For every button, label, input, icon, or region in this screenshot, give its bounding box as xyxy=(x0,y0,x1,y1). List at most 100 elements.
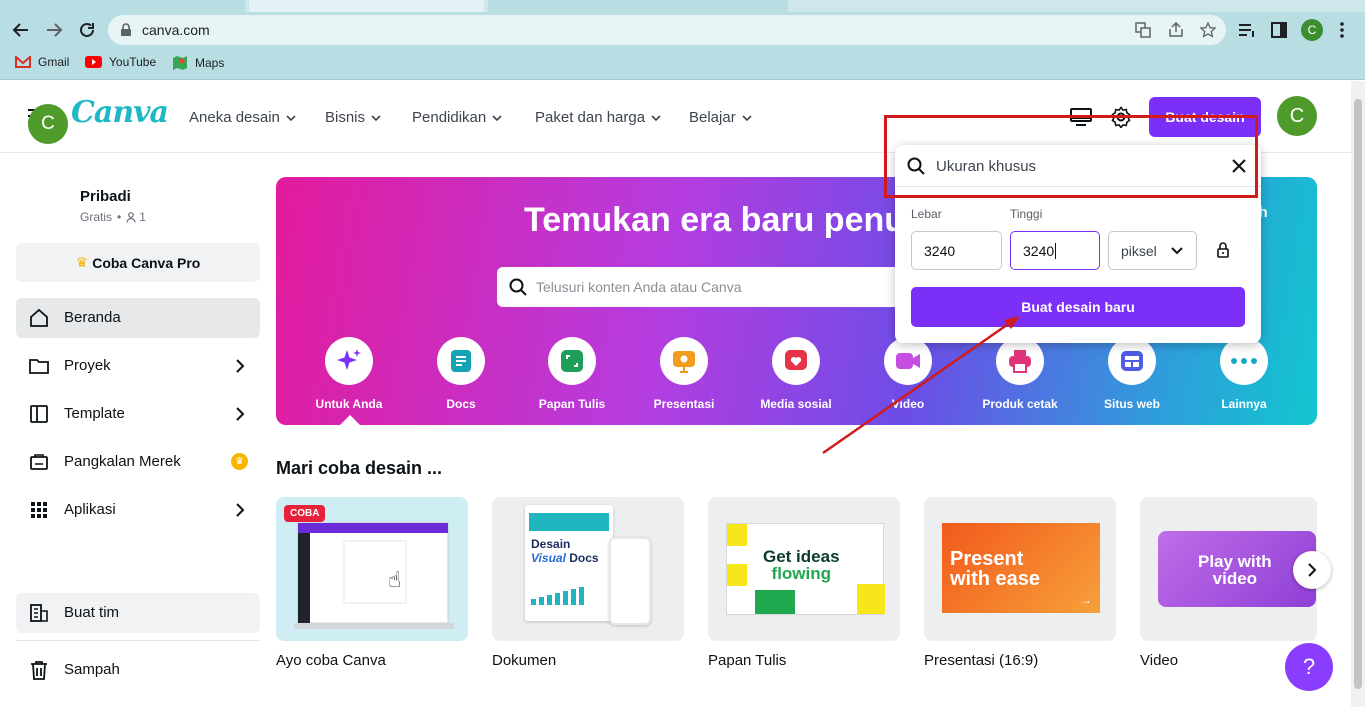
home-icon xyxy=(30,308,48,327)
category-situs-web[interactable]: Situs web xyxy=(1077,337,1187,411)
translate-icon[interactable] xyxy=(1135,22,1151,38)
category-media-sosial[interactable]: Media sosial xyxy=(741,337,851,411)
sidebar-create-team-button[interactable]: Buat tim xyxy=(16,593,260,633)
chevron-down-icon xyxy=(492,114,502,121)
category-presentasi[interactable]: Presentasi xyxy=(629,337,739,411)
bookmark-gmail[interactable]: Gmail xyxy=(15,55,69,69)
sidebar-item-beranda[interactable]: Beranda xyxy=(16,298,260,338)
sidebar-item-proyek[interactable]: Proyek xyxy=(16,346,260,386)
browser-tab[interactable] xyxy=(0,0,245,12)
nav-paket-dan-harga[interactable]: Paket dan harga xyxy=(535,109,661,126)
category-lainnya[interactable]: Lainnya xyxy=(1189,337,1299,411)
annotation-highlight-box xyxy=(884,115,1258,198)
card-dokumen[interactable]: Desain Visual Docs xyxy=(492,497,684,641)
back-button[interactable] xyxy=(9,18,33,42)
sidebar-item-label: Buat tim xyxy=(64,604,120,621)
nav-label: Paket dan harga xyxy=(535,109,646,126)
card-ayo-coba-canva[interactable]: ☝ COBA xyxy=(276,497,468,641)
presentation-thumb-line: with ease xyxy=(950,568,1041,590)
category-papan-tulis[interactable]: Papan Tulis xyxy=(517,337,627,411)
category-circle xyxy=(884,337,932,385)
help-button[interactable]: ? xyxy=(1285,643,1333,691)
print-icon xyxy=(1009,350,1031,373)
bookmark-youtube[interactable]: YouTube xyxy=(85,55,156,69)
share-icon[interactable] xyxy=(1168,22,1184,38)
carousel-next-button[interactable] xyxy=(1293,551,1331,589)
bookmarks-bar: Gmail YouTube Maps xyxy=(0,48,1365,80)
unit-select[interactable]: piksel xyxy=(1108,231,1197,270)
height-label: Tinggi xyxy=(1010,207,1043,221)
sidebar-item-sampah[interactable]: Sampah xyxy=(16,650,260,690)
account-avatar[interactable]: C xyxy=(1277,96,1317,136)
sidebar-item-label: Proyek xyxy=(64,357,111,374)
canva-logo[interactable]: Canva xyxy=(71,95,169,130)
sticky-note xyxy=(727,564,747,586)
chevron-right-icon xyxy=(236,503,245,517)
trash-icon xyxy=(31,661,47,680)
category-label: Docs xyxy=(446,397,476,411)
forward-button[interactable] xyxy=(42,18,66,42)
aspect-lock-icon[interactable] xyxy=(1217,242,1229,258)
bookmark-star-icon[interactable] xyxy=(1200,22,1216,38)
card-label[interactable]: Papan Tulis xyxy=(708,652,786,669)
section-title: Mari coba desain ... xyxy=(276,458,443,478)
category-produk-cetak[interactable]: Produk cetak xyxy=(965,337,1075,411)
category-video[interactable]: Video xyxy=(853,337,963,411)
sidebar-item-label: Pangkalan Merek xyxy=(64,453,181,470)
card-video[interactable]: Play with video xyxy=(1140,497,1317,641)
hero-search-input[interactable]: Telusuri konten Anda atau Canva xyxy=(497,267,937,307)
member-count: 1 xyxy=(139,210,146,224)
scrollbar-thumb[interactable] xyxy=(1354,99,1362,689)
media-queue-icon[interactable] xyxy=(1238,22,1256,38)
width-input[interactable]: 3240 xyxy=(911,231,1002,270)
chevron-right-icon xyxy=(236,359,245,373)
nav-bisnis[interactable]: Bisnis xyxy=(325,109,381,126)
browser-profile-avatar[interactable]: C xyxy=(1301,19,1323,41)
sidebar-item-template[interactable]: Template xyxy=(16,394,260,434)
side-panel-icon[interactable] xyxy=(1271,22,1287,38)
category-circle xyxy=(548,337,596,385)
arrow-right-icon: → xyxy=(1080,593,1092,607)
sidebar-item-label: Aplikasi xyxy=(64,501,116,518)
doc-banner xyxy=(529,513,609,531)
separator-dot: • xyxy=(117,210,122,224)
category-circle xyxy=(437,337,485,385)
sidebar-item-aplikasi[interactable]: Aplikasi xyxy=(16,490,260,530)
browser-menu-icon[interactable] xyxy=(1340,22,1344,38)
card-papan-tulis[interactable]: Get ideas flowing xyxy=(708,497,900,641)
nav-belajar[interactable]: Belajar xyxy=(689,109,752,126)
card-presentasi[interactable]: Present with ease → xyxy=(924,497,1116,641)
pro-crown-badge-icon: ♛ xyxy=(231,453,248,470)
card-label[interactable]: Dokumen xyxy=(492,652,556,669)
card-label[interactable]: Video xyxy=(1140,652,1178,669)
nav-pendidikan[interactable]: Pendidikan xyxy=(412,109,502,126)
category-docs[interactable]: Docs xyxy=(406,337,516,411)
folder-icon xyxy=(29,359,49,374)
create-new-design-button[interactable]: Buat desain baru xyxy=(911,287,1245,327)
profile-avatar[interactable]: C xyxy=(28,104,68,144)
lock-icon xyxy=(121,23,131,36)
doc-thumb-line: Docs xyxy=(569,551,599,565)
nav-aneka-desain[interactable]: Aneka desain xyxy=(189,109,296,126)
person-icon xyxy=(126,211,136,223)
sidebar-item-pangkalan-merek[interactable]: Pangkalan Merek ♛ xyxy=(16,442,260,482)
whiteboard-icon xyxy=(561,350,583,372)
card-label[interactable]: Ayo coba Canva xyxy=(276,652,386,669)
try-canva-pro-button[interactable]: ♛ Coba Canva Pro xyxy=(16,243,260,282)
browser-tab-active[interactable] xyxy=(249,0,484,12)
reload-button[interactable] xyxy=(75,18,99,42)
width-label: Lebar xyxy=(911,207,942,221)
video-thumb-line: video xyxy=(1212,569,1258,588)
card-label[interactable]: Presentasi (16:9) xyxy=(924,652,1038,669)
height-input[interactable]: 3240 xyxy=(1010,231,1100,270)
nav-label: Pendidikan xyxy=(412,109,487,126)
category-untuk-anda[interactable]: Untuk Anda xyxy=(294,337,404,411)
category-label: Presentasi xyxy=(653,397,715,411)
bookmark-maps[interactable]: Maps xyxy=(172,55,224,71)
page-scrollbar[interactable] xyxy=(1351,81,1365,707)
profile-name[interactable]: Pribadi xyxy=(80,188,131,205)
bookmark-label: Gmail xyxy=(38,55,70,69)
address-bar[interactable]: canva.com xyxy=(108,15,1226,45)
doc-bar-graphic xyxy=(531,587,584,605)
browser-tab[interactable] xyxy=(488,0,788,12)
